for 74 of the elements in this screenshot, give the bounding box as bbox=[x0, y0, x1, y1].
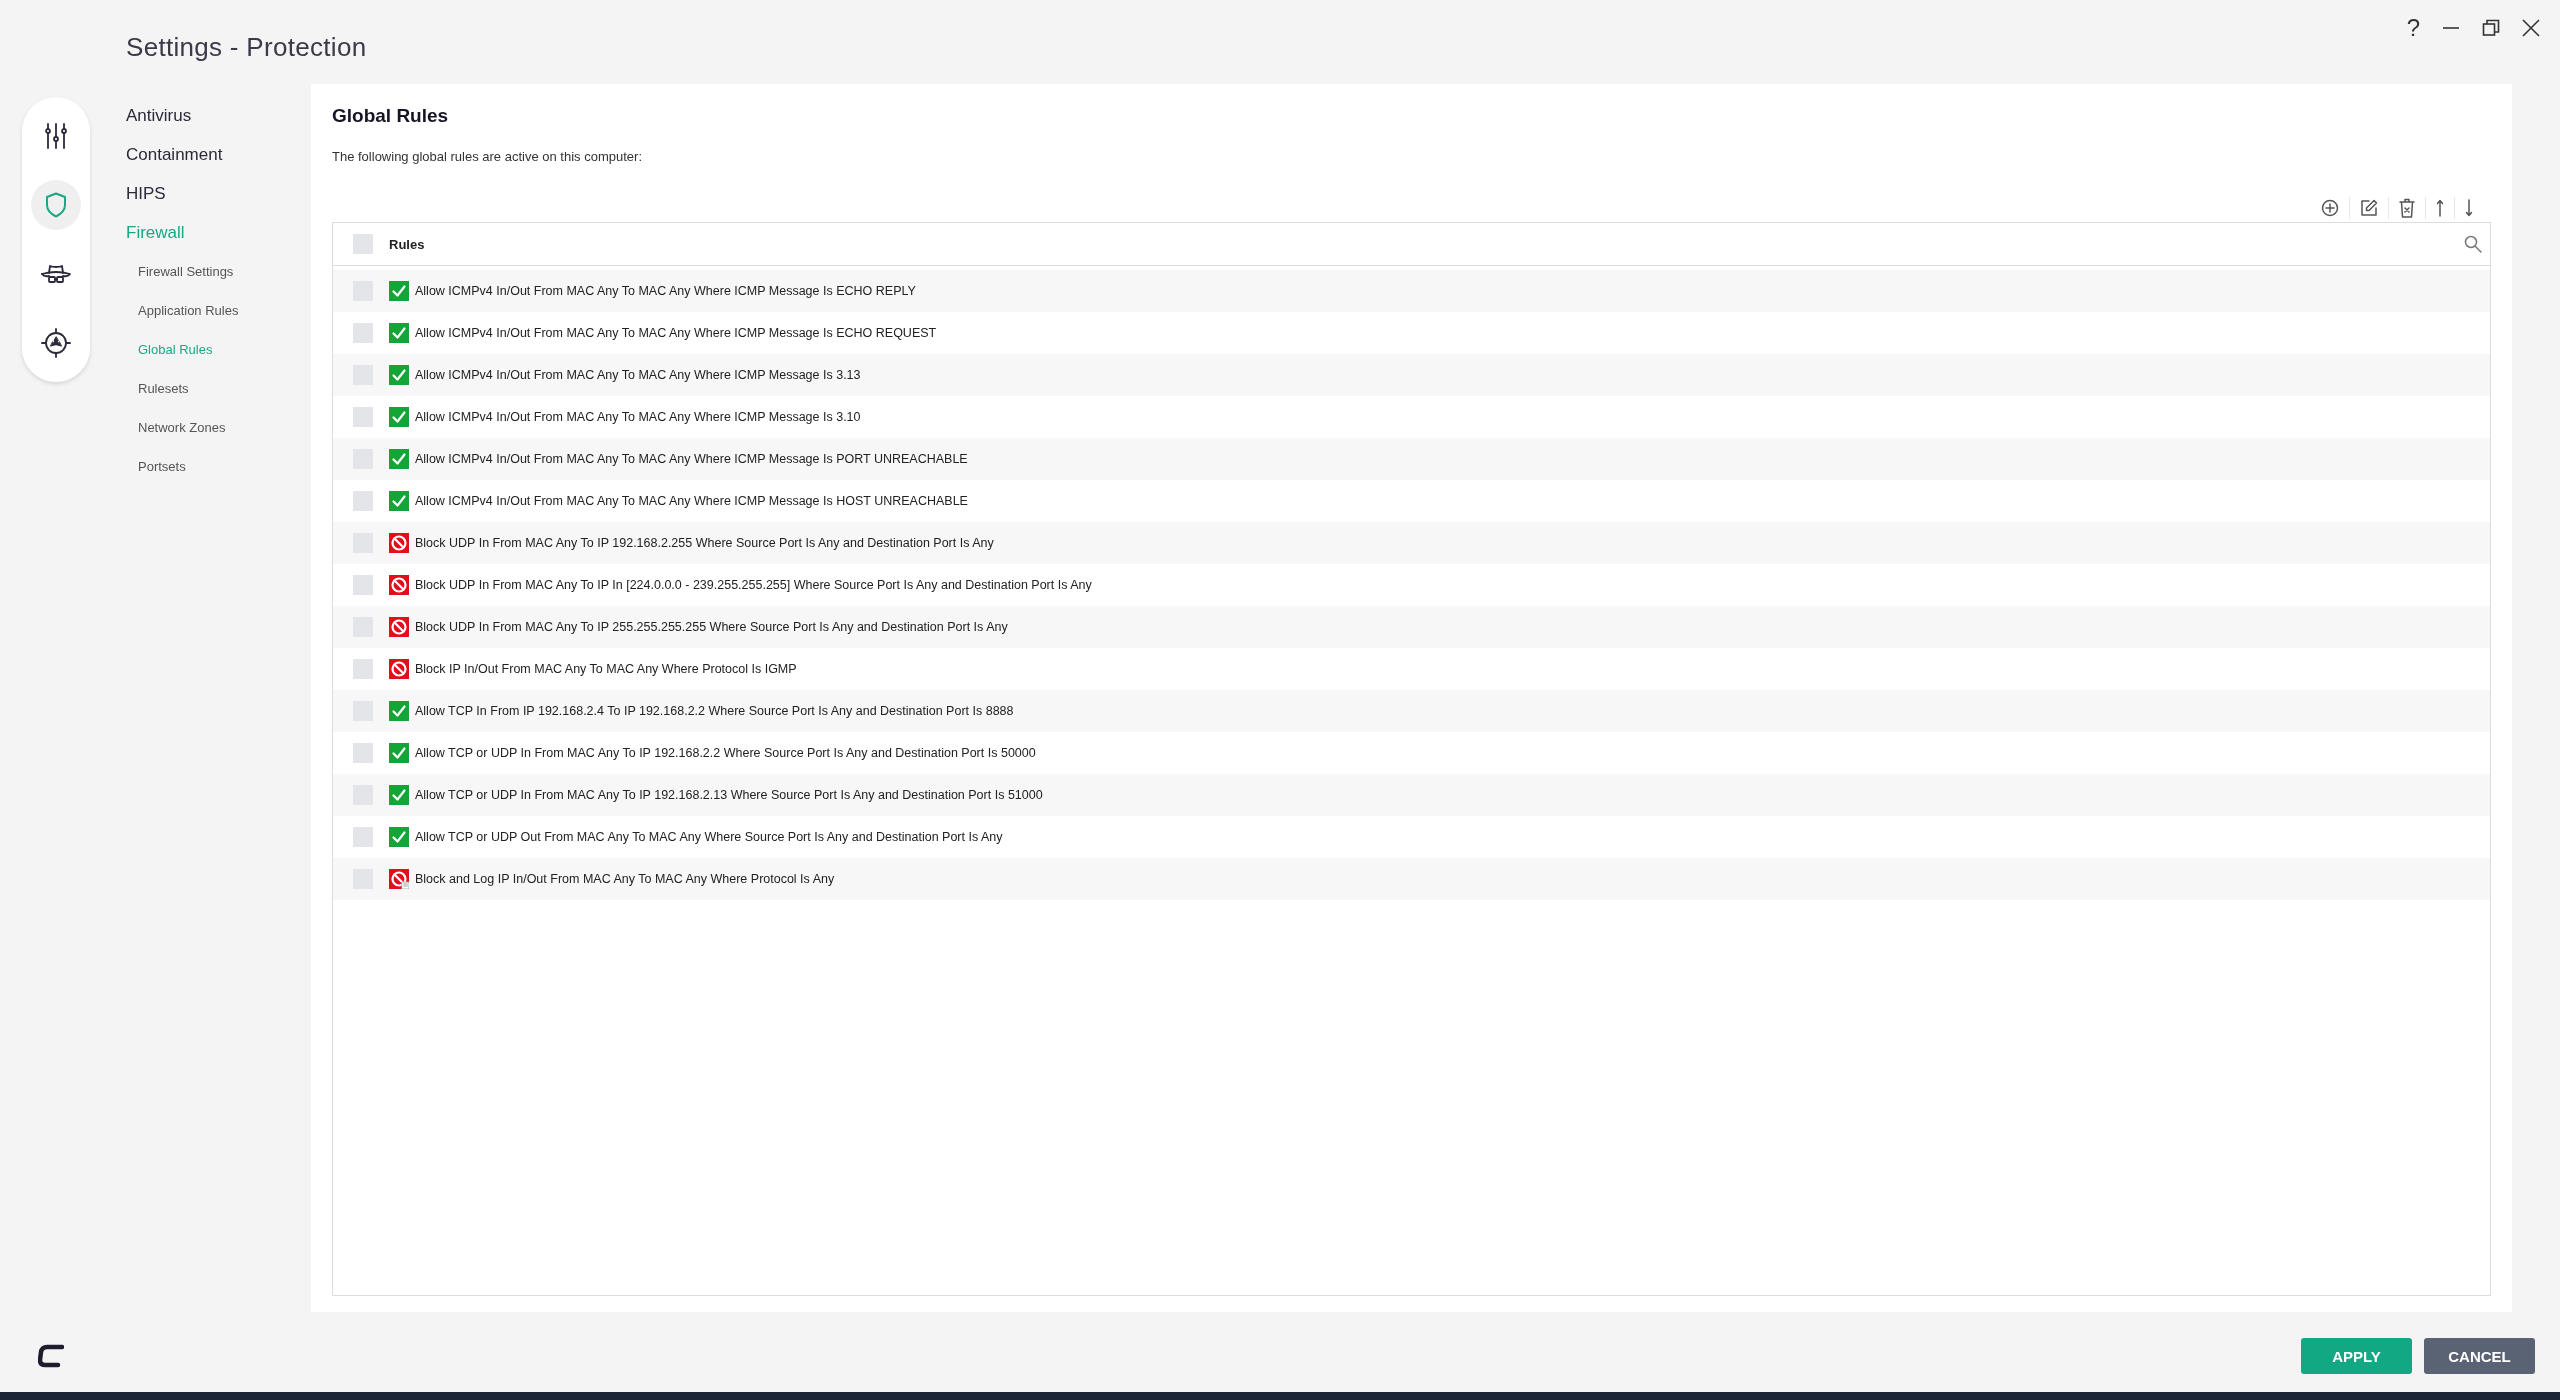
radiation-target-icon bbox=[41, 328, 71, 359]
restore-icon[interactable] bbox=[2482, 19, 2500, 37]
prohibited-icon bbox=[389, 533, 409, 553]
rule-text: Allow ICMPv4 In/Out From MAC Any To MAC Any Where ICMP Message Is ECHO REQUEST bbox=[415, 326, 937, 340]
prohibited-icon bbox=[389, 617, 409, 637]
check-icon bbox=[389, 407, 409, 427]
nav-subitem[interactable]: Network Zones bbox=[126, 408, 311, 447]
check-icon bbox=[389, 701, 409, 721]
checkbox[interactable] bbox=[353, 743, 373, 763]
nav-subitem[interactable]: Application Rules bbox=[126, 291, 311, 330]
check-icon bbox=[389, 827, 409, 847]
check-icon bbox=[389, 743, 409, 763]
prohibited-log-icon bbox=[389, 869, 409, 889]
prohibited-icon bbox=[389, 659, 409, 679]
logo-icon bbox=[38, 1344, 64, 1368]
rule-text: Block UDP In From MAC Any To IP In [224.0.0.0 - 239.255.255.255] Where Source Port Is Any and Destination Port Is Any bbox=[415, 578, 1092, 592]
rule-text: Block and Log IP In/Out From MAC Any To MAC Any Where Protocol Is Any bbox=[415, 872, 835, 886]
shield-icon bbox=[45, 191, 67, 218]
add-icon[interactable] bbox=[2321, 199, 2339, 217]
check-icon bbox=[389, 281, 409, 301]
table-row[interactable]: Block and Log IP In/Out From MAC Any To MAC Any Where Protocol Is Any bbox=[333, 858, 2490, 900]
nav-subitem[interactable]: Rulesets bbox=[126, 369, 311, 408]
help-button[interactable]: ? bbox=[2406, 16, 2420, 40]
edit-icon[interactable] bbox=[2360, 199, 2378, 217]
checkbox[interactable] bbox=[353, 575, 373, 595]
nav-item[interactable]: HIPS bbox=[126, 174, 311, 213]
table-row[interactable]: Allow ICMPv4 In/Out From MAC Any To MAC Any Where ICMP Message Is ECHO REPLY bbox=[333, 270, 2490, 312]
up-arrow-icon[interactable] bbox=[2436, 199, 2444, 217]
check-icon bbox=[389, 785, 409, 805]
table-row[interactable]: Allow TCP or UDP In From MAC Any To IP 192.168.2.13 Where Source Port Is Any and Destination Port Is 51000 bbox=[333, 774, 2490, 816]
hat-and-glasses-icon bbox=[41, 264, 71, 285]
table-row[interactable]: Allow ICMPv4 In/Out From MAC Any To MAC Any Where ICMP Message Is PORT UNREACHABLE bbox=[333, 438, 2490, 480]
page-description: The following global rules are active on this computer: bbox=[332, 149, 643, 164]
shield-button[interactable] bbox=[31, 179, 81, 230]
rule-text: Allow ICMPv4 In/Out From MAC Any To MAC Any Where ICMP Message Is 3.13 bbox=[415, 368, 861, 382]
check-icon bbox=[389, 449, 409, 469]
checkbox[interactable] bbox=[353, 659, 373, 679]
table-row[interactable]: Allow ICMPv4 In/Out From MAC Any To MAC Any Where ICMP Message Is 3.13 bbox=[333, 354, 2490, 396]
cancel-button[interactable]: CANCEL bbox=[2424, 1338, 2535, 1374]
rule-text: Allow TCP In From IP 192.168.2.4 To IP 192.168.2.2 Where Source Port Is Any and Destination Port Is 8888 bbox=[415, 704, 1014, 718]
table-row[interactable]: Block UDP In From MAC Any To IP 255.255.255.255 Where Source Port Is Any and Destination Port Is Any bbox=[333, 606, 2490, 648]
check-icon bbox=[389, 491, 409, 511]
rule-text: Allow ICMPv4 In/Out From MAC Any To MAC Any Where ICMP Message Is 3.10 bbox=[415, 410, 861, 424]
checkbox[interactable] bbox=[353, 323, 373, 343]
checkbox[interactable] bbox=[353, 491, 373, 511]
close-icon[interactable] bbox=[2522, 19, 2540, 37]
check-icon bbox=[389, 323, 409, 343]
rule-text: Block IP In/Out From MAC Any To MAC Any Where Protocol Is IGMP bbox=[415, 662, 797, 676]
table-row[interactable]: Allow TCP In From IP 192.168.2.4 To IP 192.168.2.2 Where Source Port Is Any and Destination Port Is 8888 bbox=[333, 690, 2490, 732]
prohibited-icon bbox=[389, 575, 409, 595]
rule-text: Allow TCP or UDP In From MAC Any To IP 192.168.2.2 Where Source Port Is Any and Destination Port Is 50000 bbox=[415, 746, 1036, 760]
search-icon[interactable] bbox=[2464, 235, 2482, 253]
checkbox[interactable] bbox=[353, 827, 373, 847]
checkbox[interactable] bbox=[353, 234, 373, 254]
column-header: Rules bbox=[389, 236, 426, 252]
rule-text: Allow ICMPv4 In/Out From MAC Any To MAC Any Where ICMP Message Is PORT UNREACHABLE bbox=[415, 452, 968, 466]
page-heading: Global Rules bbox=[332, 105, 450, 127]
rule-text: Allow TCP or UDP In From MAC Any To IP 192.168.2.13 Where Source Port Is Any and Destination Port Is 51000 bbox=[415, 788, 1043, 802]
down-arrow-icon[interactable] bbox=[2465, 199, 2473, 217]
check-icon bbox=[389, 365, 409, 385]
nav-subitem[interactable]: Portsets bbox=[126, 447, 311, 486]
window-title: Settings - Protection bbox=[126, 32, 367, 63]
rule-text: Block UDP In From MAC Any To IP 255.255.255.255 Where Source Port Is Any and Destination Port Is Any bbox=[415, 620, 1008, 634]
sliders-icon bbox=[44, 122, 68, 149]
rule-text: Allow TCP or UDP Out From MAC Any To MAC Any Where Source Port Is Any and Destination Port Is Any bbox=[415, 830, 1003, 844]
rule-text: Allow ICMPv4 In/Out From MAC Any To MAC Any Where ICMP Message Is ECHO REPLY bbox=[415, 284, 916, 298]
rule-text: Block UDP In From MAC Any To IP 192.168.2.255 Where Source Port Is Any and Destination Port Is Any bbox=[415, 536, 994, 550]
table-row[interactable]: Block UDP In From MAC Any To IP 192.168.2.255 Where Source Port Is Any and Destination Port Is Any bbox=[333, 522, 2490, 564]
nav-item[interactable]: Containment bbox=[126, 135, 311, 174]
trash-icon[interactable] bbox=[2399, 198, 2415, 218]
nav-subitem[interactable]: Firewall Settings bbox=[126, 252, 311, 291]
checkbox[interactable] bbox=[353, 407, 373, 427]
rule-text: Allow ICMPv4 In/Out From MAC Any To MAC Any Where ICMP Message Is HOST UNREACHABLE bbox=[415, 494, 968, 508]
nav-item[interactable]: Antivirus bbox=[126, 96, 311, 135]
